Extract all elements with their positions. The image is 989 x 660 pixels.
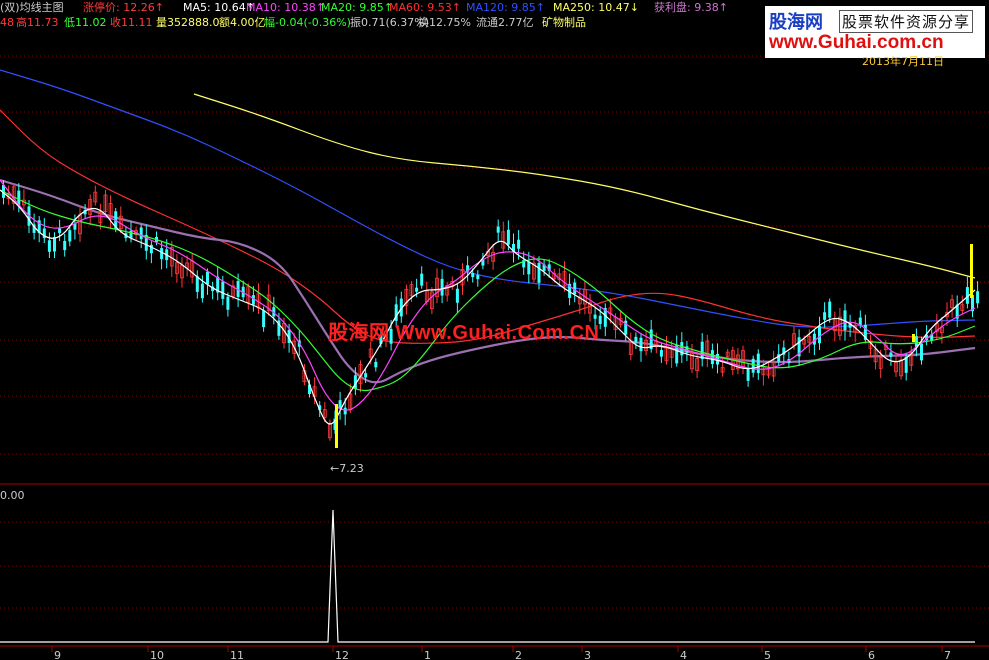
x-axis: 9 10 11 12 1 2 3 4 5 6 7: [51, 646, 951, 660]
ma10-line: [0, 179, 976, 411]
signal-bar: [970, 244, 973, 298]
candle-down: [420, 273, 424, 286]
candle-down: [976, 291, 980, 304]
header-item: MA5: 10.64↑: [183, 1, 255, 14]
profit-line: [0, 178, 976, 384]
quote-item: 额4.00亿: [219, 16, 266, 29]
candle-down: [262, 310, 266, 328]
date-label: 2013年7月11日: [862, 55, 944, 68]
logo-url: www.Guhai.com.cn: [769, 32, 944, 53]
x-tick-label: 10: [150, 649, 164, 660]
candle-down: [58, 228, 62, 233]
candle-down: [455, 288, 459, 303]
x-tick-label: 2: [515, 649, 522, 660]
quote-item: 换12.75%: [418, 15, 471, 29]
low-price-annotation: ←7.23: [330, 462, 364, 475]
candle-down: [506, 229, 510, 245]
candle-down: [634, 336, 638, 343]
x-tick-label: 9: [54, 649, 61, 660]
guhai-logo: 股海网 股票软件资源分享 www.Guhai.com.cn: [765, 6, 985, 58]
x-tick-label: 12: [335, 649, 349, 660]
header-item: MA60: 9.53↑: [389, 1, 461, 14]
candle-down: [221, 281, 225, 299]
header-item: MA250: 10.47↓: [553, 1, 639, 14]
candle-down: [920, 343, 923, 361]
ma250-path: [193, 93, 976, 279]
candle-down: [47, 240, 51, 252]
candle-down: [200, 283, 204, 299]
candle-down: [756, 353, 760, 374]
candle-down: [440, 278, 444, 296]
header-item: 涨停价: 12.26↑: [83, 0, 164, 14]
sub-indicator: [0, 509, 975, 643]
logo-cn: 股海网: [769, 12, 823, 33]
candle-down: [63, 240, 67, 251]
candle-down: [206, 271, 209, 285]
signal-bar: [335, 404, 338, 448]
candle-down: [823, 312, 827, 320]
quote-item: 矿物制品: [542, 15, 586, 29]
header-item: MA10: 10.38↑: [246, 1, 325, 14]
candle-down: [496, 226, 500, 233]
ma20-line: [0, 189, 976, 392]
x-tick-label: 6: [868, 649, 875, 660]
candle-down: [904, 356, 908, 373]
ma10-path: [0, 179, 976, 411]
candle-down: [537, 262, 541, 283]
candle-down: [639, 337, 643, 352]
header-item: MA20: 9.85↑: [321, 1, 393, 14]
x-tick-label: 5: [764, 649, 771, 660]
candle-down: [68, 230, 72, 242]
x-tick-label: 11: [230, 649, 244, 660]
header-item: MA120: 9.85↑: [466, 1, 545, 14]
quote-item: 收11.11: [110, 15, 153, 29]
candle-down: [415, 287, 419, 292]
quote-item: 48: [0, 16, 14, 29]
candle-down: [527, 261, 531, 275]
candle-down: [195, 276, 199, 292]
quote-item: 流通2.77亿: [476, 15, 534, 29]
signal-bar: [912, 334, 915, 342]
candle-down: [476, 274, 480, 280]
quote-item: 高11.73: [16, 15, 59, 29]
header-item: 获利盘: 9.38↑: [654, 0, 728, 14]
ma120-path: [0, 69, 976, 328]
ma120-line: [0, 69, 976, 328]
candle-down: [659, 349, 663, 357]
candle-down: [471, 273, 475, 278]
logo-slogan: 股票软件资源分享: [839, 10, 974, 33]
watermark: 股海网 Www.Guhai.Com.CN: [328, 322, 600, 344]
candle-down: [374, 361, 378, 368]
candle-down: [226, 296, 230, 310]
candle-down: [53, 237, 56, 252]
x-tick-label: 4: [680, 649, 687, 660]
indicator-title: (双)均线主图: [0, 0, 64, 14]
candle-down: [700, 341, 704, 360]
profit-path: [0, 178, 976, 384]
chart-grid: [0, 55, 989, 647]
quote-item: 低11.02: [64, 16, 107, 29]
candle-down: [746, 368, 750, 381]
candle-down: [517, 239, 521, 249]
quote-item: 幅-0.04(-0.36%): [264, 16, 351, 29]
candle-down: [343, 407, 347, 415]
sub-panel-value: 0.00: [0, 489, 25, 502]
x-tick-label: 7: [944, 649, 951, 660]
ma20-path: [0, 189, 976, 392]
candle-down: [818, 326, 821, 344]
candlesticks: [2, 179, 980, 441]
candle-down: [139, 227, 143, 240]
candle-down: [828, 301, 832, 318]
ma250-line: [193, 93, 976, 279]
x-tick-label: 3: [584, 649, 591, 660]
x-tick-label: 1: [424, 649, 431, 660]
candle-down: [160, 248, 164, 260]
candle-down: [751, 358, 755, 373]
sub-indicator-path: [0, 509, 975, 643]
candle-down: [914, 336, 918, 347]
candle-down: [889, 352, 893, 357]
quote-item: 量352888.0: [156, 16, 220, 29]
chart-header: (双)均线主图 涨停价: 12.26↑ MA5: 10.64↑MA10: 10.38…: [0, 0, 728, 29]
candle-down: [364, 373, 368, 378]
